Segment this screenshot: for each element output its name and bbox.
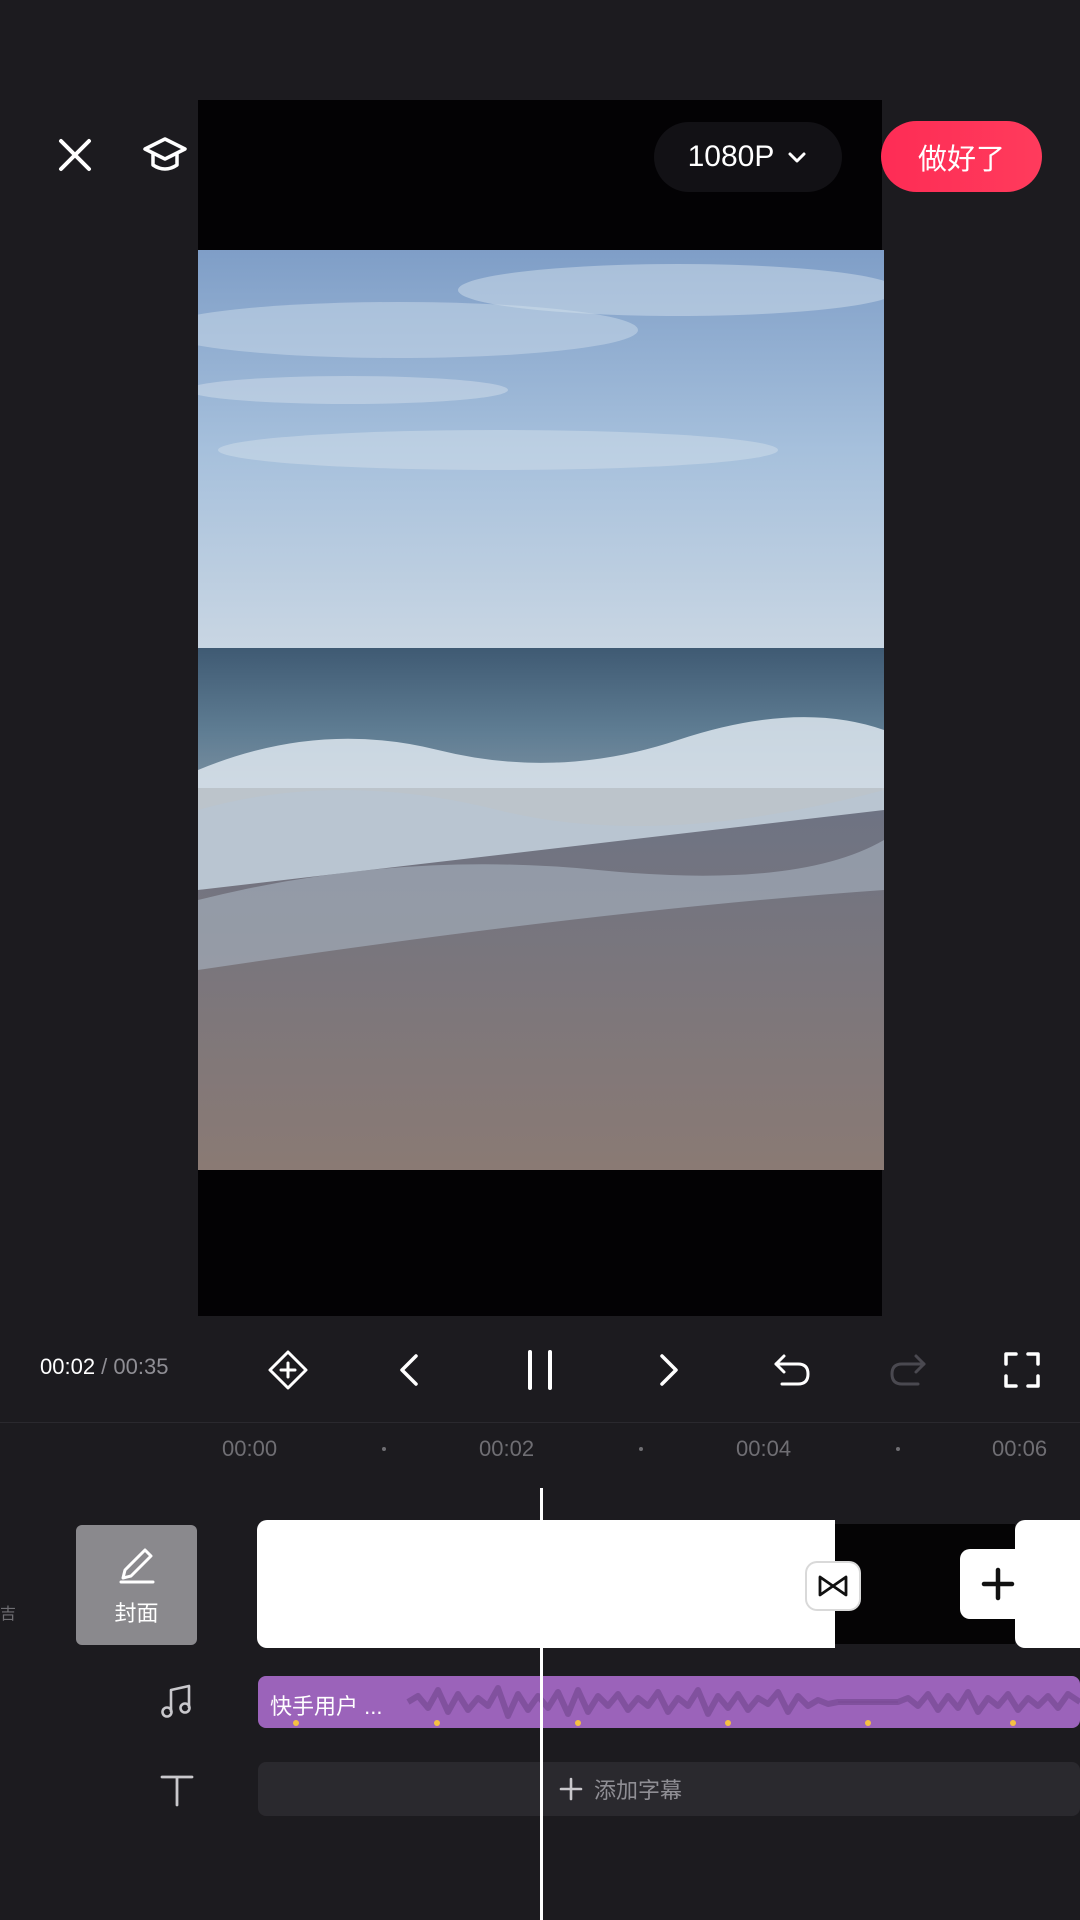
plus-icon bbox=[981, 1567, 1015, 1601]
beat-marker bbox=[575, 1720, 581, 1726]
beat-marker bbox=[865, 1720, 871, 1726]
redo-button[interactable] bbox=[876, 1338, 940, 1402]
keyframe-button[interactable] bbox=[256, 1338, 320, 1402]
tick-label: 00:00 bbox=[222, 1436, 278, 1461]
audio-track-label: 快手用户 ... bbox=[270, 1694, 383, 1719]
fullscreen-button[interactable] bbox=[990, 1338, 1054, 1402]
resolution-selector[interactable]: 1080P bbox=[654, 122, 842, 192]
resolution-label: 1080P bbox=[687, 140, 775, 173]
transition-icon bbox=[818, 1575, 848, 1597]
total-time: 00:35 bbox=[113, 1354, 169, 1379]
add-subtitle-label: 添加字幕 bbox=[594, 1778, 683, 1803]
next-frame-button[interactable] bbox=[636, 1338, 700, 1402]
add-clip-button[interactable] bbox=[960, 1549, 1036, 1619]
tutorial-cap-icon bbox=[143, 137, 187, 171]
text-icon bbox=[160, 1775, 194, 1807]
tick-dot bbox=[896, 1447, 900, 1451]
divider bbox=[0, 1422, 1080, 1423]
pencil-icon bbox=[119, 1548, 154, 1584]
next-icon bbox=[660, 1354, 678, 1386]
subtitle-track[interactable]: 添加字幕 bbox=[258, 1762, 1080, 1816]
prev-icon bbox=[400, 1354, 418, 1386]
tick-dot bbox=[639, 1447, 643, 1451]
music-track-icon-wrap bbox=[155, 1680, 199, 1724]
undo-icon bbox=[774, 1354, 810, 1386]
audio-track[interactable]: 快手用户 ... bbox=[258, 1676, 1080, 1728]
done-label: 做好了 bbox=[917, 143, 1005, 176]
tutorial-button[interactable] bbox=[135, 125, 195, 185]
time-readout: 00:02 / 00:35 bbox=[40, 1354, 168, 1380]
music-note-icon bbox=[161, 1684, 191, 1718]
chevron-down-icon bbox=[788, 152, 806, 163]
playback-controls: 00:02 / 00:35 bbox=[0, 1330, 1080, 1410]
pause-icon bbox=[528, 1350, 552, 1390]
text-track-icon-wrap bbox=[155, 1768, 199, 1812]
tick-label: 00:02 bbox=[479, 1436, 535, 1461]
tick-dot bbox=[382, 1447, 386, 1451]
prev-frame-button[interactable] bbox=[378, 1338, 442, 1402]
video-frame bbox=[198, 250, 884, 1170]
cover-button[interactable]: 封面 bbox=[76, 1525, 197, 1645]
close-icon bbox=[59, 139, 91, 171]
done-button[interactable]: 做好了 bbox=[881, 121, 1042, 192]
current-time: 00:02 bbox=[40, 1354, 96, 1379]
beat-marker bbox=[725, 1720, 731, 1726]
playhead[interactable] bbox=[540, 1488, 543, 1920]
undo-button[interactable] bbox=[760, 1338, 824, 1402]
keyframe-icon bbox=[268, 1350, 308, 1390]
tick-label: 00:06 bbox=[992, 1436, 1048, 1461]
cover-label: 封面 bbox=[114, 1601, 159, 1626]
tick-label: 00:04 bbox=[736, 1436, 792, 1461]
track-side-label: 吉 bbox=[0, 1606, 17, 1623]
redo-icon bbox=[890, 1354, 926, 1386]
transition-button[interactable] bbox=[807, 1563, 859, 1609]
video-preview[interactable] bbox=[198, 100, 884, 1316]
time-separator: / bbox=[95, 1354, 114, 1379]
add-subtitle-button[interactable]: 添加字幕 bbox=[558, 1762, 682, 1816]
close-button[interactable] bbox=[45, 125, 105, 185]
fullscreen-icon bbox=[1004, 1352, 1040, 1388]
beat-marker bbox=[434, 1720, 440, 1726]
beat-marker bbox=[1010, 1720, 1016, 1726]
pause-button[interactable] bbox=[508, 1338, 572, 1402]
plus-icon bbox=[559, 1777, 583, 1801]
video-clip[interactable] bbox=[257, 1520, 835, 1648]
